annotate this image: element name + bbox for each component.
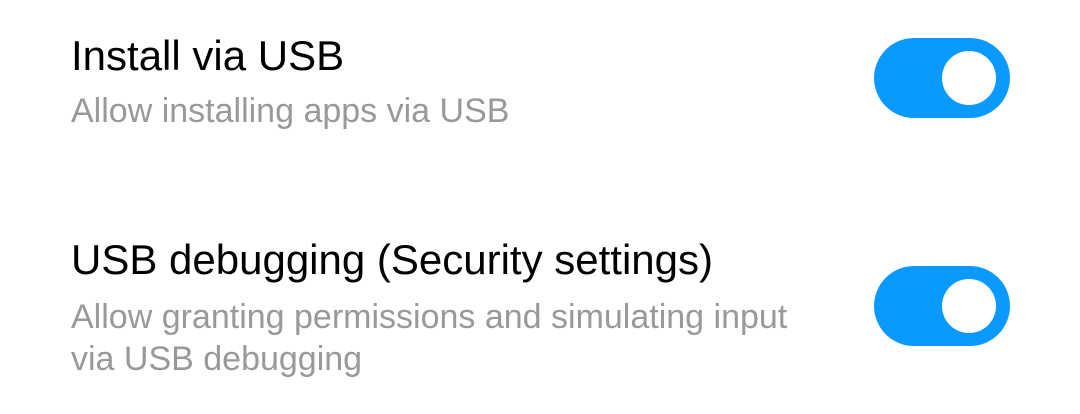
install-via-usb-subtitle: Allow installing apps via USB <box>71 92 510 130</box>
usb-debugging-toggle[interactable] <box>874 266 1010 346</box>
usb-debugging-title: USB debugging (Security settings) <box>71 236 713 283</box>
toggle-knob <box>942 279 996 333</box>
install-via-usb-toggle[interactable] <box>874 38 1010 118</box>
usb-debugging-subtitle: Allow granting permissions and simulatin… <box>71 298 788 378</box>
toggle-knob <box>942 51 996 105</box>
install-via-usb-title: Install via USB <box>71 32 345 79</box>
